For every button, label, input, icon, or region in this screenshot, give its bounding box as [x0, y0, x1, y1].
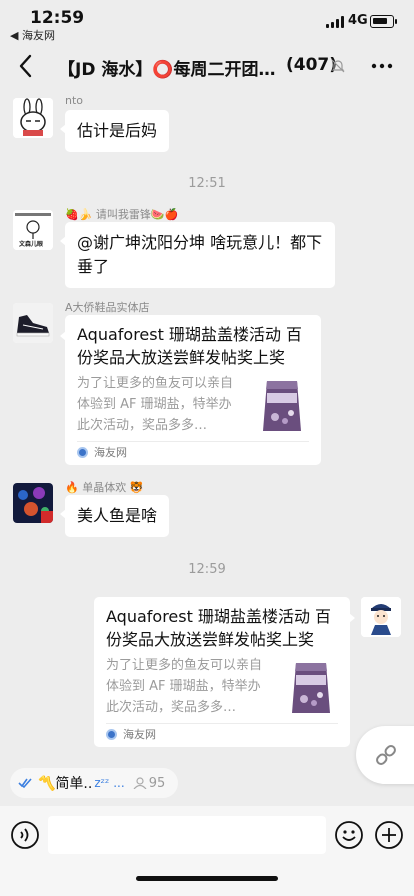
sneaker-avatar[interactable] — [13, 303, 53, 343]
status-time: 12:59 — [30, 8, 85, 28]
sender-name: nto — [65, 94, 84, 107]
home-indicator[interactable] — [136, 876, 278, 881]
message-timestamp: 12:51 — [188, 176, 226, 191]
emoji-button[interactable] — [334, 820, 364, 850]
pinned-message-chip[interactable]: 〽️简单.. zᶻᶻ ... 95 — [10, 768, 178, 798]
status-bar: 12:59 ◀ 海友网 4G — [0, 0, 414, 44]
sender-name: A大侨鞋品实体店 — [65, 301, 150, 314]
sticker-avatar[interactable]: 文森儿眼 — [13, 210, 53, 250]
mute-bell-icon — [330, 58, 346, 74]
ellipsis-icon — [371, 63, 393, 69]
link-card[interactable]: Aquaforest 珊瑚盐盖楼活动 百份奖品大放送尝鲜发帖奖上奖 为了让更多的… — [94, 597, 355, 747]
sender-name: 🔥 单晶体欢 🐯 — [65, 481, 144, 494]
pinned-text: 〽️简单.. — [38, 776, 93, 792]
reef-avatar[interactable] — [13, 483, 53, 523]
battery-icon — [370, 15, 397, 28]
salt-bag-thumbnail — [253, 377, 311, 435]
source-logo-icon — [106, 728, 117, 740]
sender-name: 🍓🍌 请叫我雷锋🍉🍎 — [65, 208, 179, 221]
floating-link-button[interactable] — [356, 726, 414, 784]
message-input[interactable] — [48, 816, 326, 854]
message-timestamp: 12:59 — [188, 562, 226, 577]
salt-bag-thumbnail — [282, 659, 340, 717]
back-to-app-link[interactable]: ◀ 海友网 — [10, 27, 55, 43]
source-name: 海友网 — [123, 728, 156, 741]
message-bubble[interactable]: 美人鱼是啥 — [59, 495, 170, 537]
voice-icon — [11, 821, 39, 849]
chevron-left-icon — [19, 54, 32, 78]
link-card[interactable]: Aquaforest 珊瑚盐盖楼活动 百份奖品大放送尝鲜发帖奖上奖 为了让更多的… — [60, 315, 321, 465]
source-name: 海友网 — [94, 446, 127, 459]
chat-header: 【JD 海水】⭕每周二开团… (407) — [0, 44, 414, 90]
source-logo-icon — [77, 446, 88, 458]
network-type: 4G — [348, 13, 368, 28]
pinned-count: 95 — [148, 775, 166, 791]
avatar-caption: 文森儿眼 — [19, 241, 44, 248]
emoji-icon — [335, 821, 363, 849]
message-bubble[interactable]: @谢广坤沈阳分坤 啥玩意儿！都下垂了 — [60, 222, 335, 288]
police-cartoon-avatar[interactable] — [361, 597, 401, 637]
message-list[interactable]: nto 估计是后妈 12:51 文森儿眼 🍓🍌 请叫我雷锋🍉🍎 @谢广坤沈阳分坤… — [0, 90, 414, 760]
link-icon — [376, 745, 396, 765]
plus-icon — [375, 821, 403, 849]
voice-button[interactable] — [10, 820, 40, 850]
bunny-avatar[interactable] — [13, 98, 53, 138]
more-options-button[interactable] — [370, 56, 394, 76]
link-card-source: 海友网 — [77, 442, 127, 462]
link-card-description: 为了让更多的鱼友可以亲自体验到 AF 珊瑚盐，特举办此次活动，奖品多多… — [106, 658, 263, 715]
double-check-icon — [18, 778, 32, 789]
message-input-bar — [0, 806, 414, 896]
back-button[interactable] — [14, 52, 38, 80]
link-card-title: Aquaforest 珊瑚盐盖楼活动 百份奖品大放送尝鲜发帖奖上奖 — [106, 607, 332, 649]
more-actions-button[interactable] — [374, 820, 404, 850]
message-bubble[interactable]: 估计是后妈 — [59, 110, 170, 152]
signal-icon — [326, 16, 344, 28]
people-icon — [133, 777, 147, 789]
link-card-source: 海友网 — [106, 724, 156, 744]
link-card-title: Aquaforest 珊瑚盐盖楼活动 百份奖品大放送尝鲜发帖奖上奖 — [77, 325, 303, 367]
pinned-sleep: zᶻᶻ ... — [94, 776, 125, 790]
link-card-description: 为了让更多的鱼友可以亲自体验到 AF 珊瑚盐，特举办此次活动，奖品多多… — [77, 376, 234, 433]
